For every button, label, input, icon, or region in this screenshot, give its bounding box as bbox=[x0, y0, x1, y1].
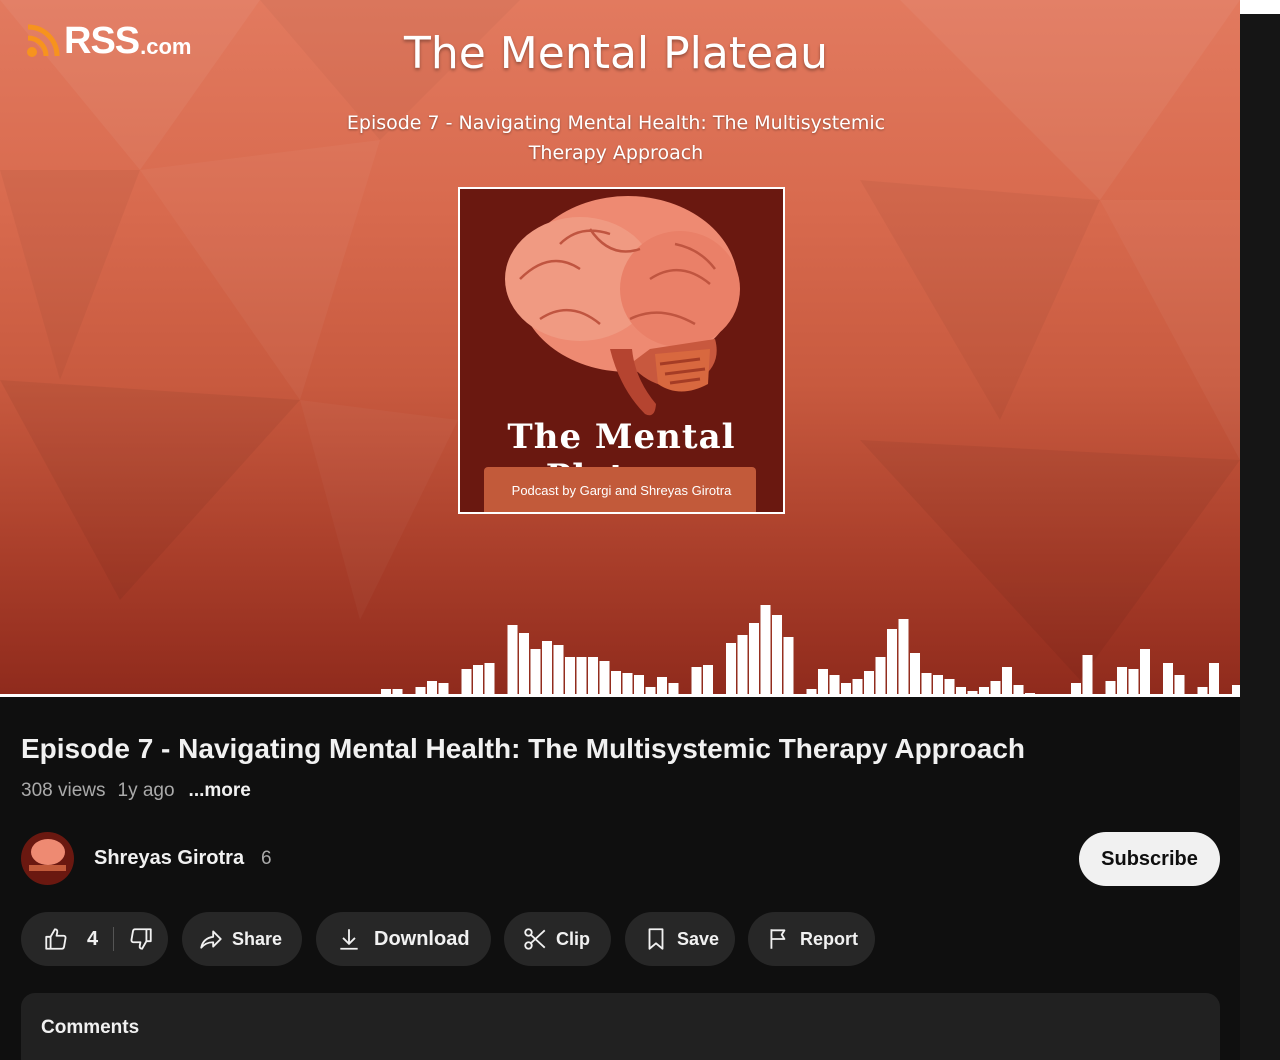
waveform-bar bbox=[565, 657, 575, 697]
waveform-bar bbox=[1209, 663, 1219, 697]
podcast-cover-art: The Mental Plateau Podcast by Gargi and … bbox=[458, 187, 785, 514]
report-label: Report bbox=[800, 928, 858, 949]
waveform-bar bbox=[461, 669, 472, 697]
channel-row: Shreyas Girotra 6 Subscribe bbox=[21, 832, 1220, 886]
waveform-bar bbox=[760, 605, 771, 697]
waveform-bar bbox=[542, 641, 552, 697]
save-icon bbox=[648, 928, 664, 950]
like-divider bbox=[113, 927, 114, 951]
thumbs-up-icon bbox=[45, 928, 67, 950]
progress-bar[interactable] bbox=[0, 694, 1240, 697]
clip-label: Clip bbox=[556, 928, 590, 949]
waveform-bar bbox=[726, 643, 736, 697]
waveform-bar bbox=[691, 667, 702, 697]
comments-section[interactable]: Comments bbox=[21, 993, 1220, 1060]
audio-waveform bbox=[289, 605, 1240, 697]
share-label: Share bbox=[232, 928, 283, 949]
gutter-top-strip bbox=[1240, 0, 1280, 14]
waveform-bar bbox=[898, 619, 909, 697]
subscriber-count: 6 bbox=[261, 848, 272, 869]
waveform-bar bbox=[818, 669, 828, 697]
waveform-bar bbox=[875, 657, 886, 697]
save-label: Save bbox=[677, 928, 720, 949]
save-button[interactable]: Save bbox=[625, 912, 735, 966]
share-icon bbox=[200, 930, 222, 949]
report-button[interactable]: Report bbox=[748, 912, 875, 966]
video-title: Episode 7 - Navigating Mental Health: Th… bbox=[21, 733, 1026, 764]
avatar-brain-icon bbox=[29, 839, 66, 871]
waveform-bar bbox=[1002, 667, 1012, 697]
more-link[interactable]: ...more bbox=[189, 780, 251, 802]
like-count: 4 bbox=[87, 927, 99, 950]
waveform-bar bbox=[507, 625, 518, 697]
video-meta[interactable]: 308 views 1y ago ...more bbox=[21, 780, 251, 802]
waveform-bar bbox=[1163, 663, 1173, 697]
episode-caption: Episode 7 - Navigating Mental Health: Th… bbox=[346, 112, 886, 164]
waveform-bar bbox=[1082, 655, 1093, 697]
waveform-bar bbox=[772, 615, 782, 697]
video-player[interactable]: RSS .com The Mental Plateau Episode 7 - … bbox=[0, 0, 1240, 697]
download-icon bbox=[340, 929, 358, 950]
channel-name[interactable]: Shreyas Girotra bbox=[94, 847, 244, 870]
waveform-bar bbox=[703, 665, 713, 697]
video-page: RSS .com The Mental Plateau Episode 7 - … bbox=[0, 0, 1240, 1060]
download-label: Download bbox=[374, 927, 470, 950]
dislike-button[interactable] bbox=[128, 926, 154, 957]
clip-button[interactable]: Clip bbox=[504, 912, 611, 966]
show-title: The Mental Plateau bbox=[403, 28, 829, 79]
waveform-bar bbox=[1117, 667, 1127, 697]
waveform-bar bbox=[530, 649, 541, 697]
view-count: 308 views bbox=[21, 780, 106, 801]
waveform-bar bbox=[553, 645, 564, 697]
waveform-bar bbox=[887, 629, 897, 697]
clip-icon bbox=[524, 928, 546, 950]
waveform-bar bbox=[1140, 649, 1150, 697]
like-button[interactable]: 4 bbox=[43, 926, 98, 952]
waveform-bar bbox=[519, 633, 529, 697]
waveform-bar bbox=[749, 623, 759, 697]
like-dislike-group: 4 bbox=[21, 912, 168, 966]
waveform-bar bbox=[576, 657, 587, 697]
waveform-bar bbox=[473, 665, 483, 697]
comments-heading: Comments bbox=[41, 1017, 140, 1038]
waveform-bar bbox=[588, 657, 598, 697]
report-icon bbox=[770, 929, 786, 949]
waveform-bar bbox=[737, 635, 748, 697]
waveform-bar bbox=[599, 661, 610, 697]
right-gutter bbox=[1240, 0, 1280, 1060]
download-button[interactable]: Download bbox=[316, 912, 491, 966]
avatar[interactable] bbox=[21, 832, 74, 885]
thumbs-down-icon bbox=[130, 928, 152, 950]
upload-age: 1y ago bbox=[117, 780, 175, 801]
waveform-bar bbox=[783, 637, 794, 697]
waveform-bar bbox=[1128, 669, 1139, 697]
share-button[interactable]: Share bbox=[182, 912, 302, 966]
cover-subtitle: Podcast by Gargi and Shreyas Girotra bbox=[511, 483, 732, 498]
subscribe-button[interactable]: Subscribe bbox=[1079, 832, 1220, 886]
waveform-bar bbox=[484, 663, 495, 697]
waveform-bar bbox=[910, 653, 920, 697]
